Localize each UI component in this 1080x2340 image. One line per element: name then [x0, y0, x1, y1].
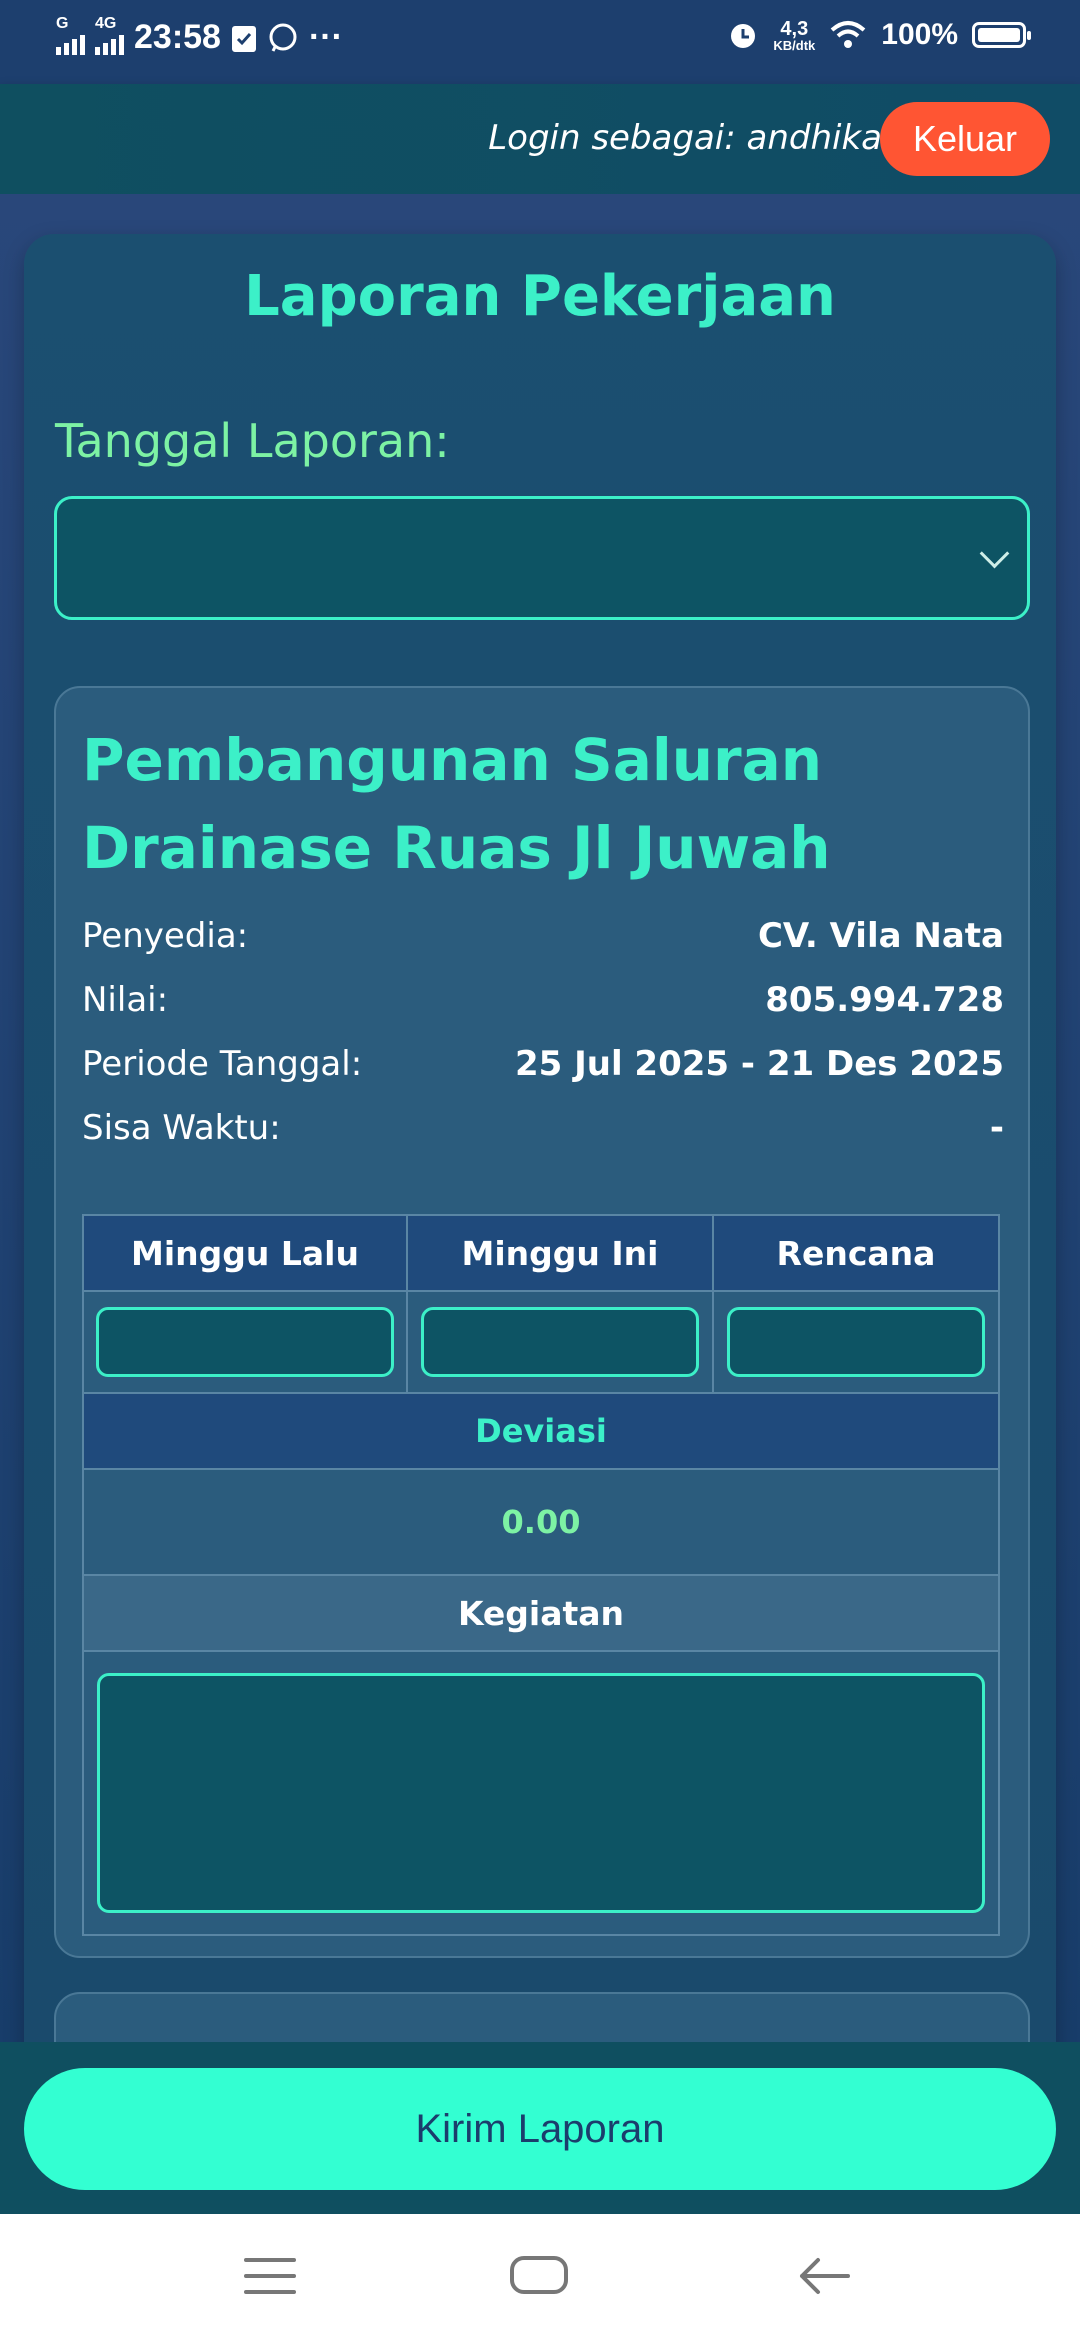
detail-label: Periode Tanggal: — [82, 1044, 363, 1084]
table-input-row — [82, 1290, 1000, 1394]
report-card: Laporan Pekerjaan Tanggal Laporan: Pemba… — [24, 234, 1056, 2192]
login-info: Login sebagai: andhika — [488, 118, 882, 158]
detail-label: Sisa Waktu: — [82, 1108, 281, 1148]
status-time: 23:58 — [134, 18, 221, 56]
more-notifications-icon: ··· — [308, 18, 343, 56]
activity-textarea[interactable] — [97, 1673, 985, 1913]
this-week-input[interactable] — [421, 1307, 699, 1377]
col-header-last-week: Minggu Lalu — [82, 1214, 408, 1292]
detail-row-provider: Penyedia: CV. Vila Nata — [82, 916, 1004, 956]
cell-this-week — [406, 1290, 714, 1394]
detail-value: 25 Jul 2025 - 21 Des 2025 — [514, 1044, 1004, 1084]
date-select[interactable] — [54, 496, 1030, 620]
status-right: 4,3 KB/dtk 100% — [727, 17, 1031, 53]
whatsapp-icon — [269, 23, 297, 52]
activity-cell — [82, 1650, 1000, 1936]
detail-label: Penyedia: — [82, 916, 249, 956]
last-week-input[interactable] — [96, 1307, 394, 1377]
detail-value: CV. Vila Nata — [757, 916, 1004, 956]
back-icon[interactable] — [796, 2252, 852, 2300]
table-header-row: Minggu Lalu Minggu Ini Rencana — [82, 1214, 1000, 1292]
detail-value: - — [989, 1108, 1004, 1148]
home-icon[interactable] — [510, 2256, 568, 2294]
chevron-down-icon — [979, 538, 1010, 569]
menu-icon[interactable] — [244, 2258, 296, 2306]
page-title: Laporan Pekerjaan — [244, 264, 836, 329]
checklist-icon — [231, 25, 256, 52]
activity-label: Kegiatan — [82, 1574, 1000, 1652]
submit-report-button[interactable]: Kirim Laporan — [24, 2068, 1056, 2190]
plan-input[interactable] — [727, 1307, 985, 1377]
project-card: Pembangunan Saluran Drainase Ruas Jl Juw… — [54, 686, 1030, 1958]
date-label: Tanggal Laporan: — [55, 414, 450, 468]
project-title: Pembangunan Saluran Drainase Ruas Jl Juw… — [82, 726, 831, 882]
detail-value: 805.994.728 — [765, 980, 1004, 1020]
deviation-label: Deviasi — [82, 1392, 1000, 1470]
submit-bar: Kirim Laporan — [0, 2042, 1080, 2214]
battery-percent: 100% — [881, 18, 958, 51]
system-nav-bar — [0, 2214, 1080, 2340]
cell-last-week — [82, 1290, 408, 1394]
detail-row-period: Periode Tanggal: 25 Jul 2025 - 21 Des 20… — [82, 1044, 1004, 1084]
cell-plan — [712, 1290, 1000, 1394]
alarm-icon — [731, 24, 756, 48]
logout-button[interactable]: Keluar — [880, 102, 1050, 176]
status-left: G 4G 23:58 ··· — [56, 15, 343, 57]
wifi-icon — [830, 21, 866, 48]
app-header: Login sebagai: andhika Keluar — [0, 84, 1080, 194]
network-speed: 4,3 KB/dtk — [773, 17, 816, 53]
battery-icon — [972, 22, 1031, 48]
signal-4g-icon: 4G — [95, 15, 124, 55]
col-header-plan: Rencana — [712, 1214, 1000, 1292]
detail-row-remaining: Sisa Waktu: - — [82, 1108, 1004, 1148]
detail-label: Nilai: — [82, 980, 169, 1020]
signal-icon: G — [56, 15, 85, 55]
deviation-value: 0.00 — [82, 1468, 1000, 1576]
col-header-this-week: Minggu Ini — [406, 1214, 714, 1292]
detail-row-value: Nilai: 805.994.728 — [82, 980, 1004, 1020]
status-bar: G 4G 23:58 ··· 4,3 KB/dtk 100% — [0, 0, 1080, 84]
progress-table: Minggu Lalu Minggu Ini Rencana Deviasi 0… — [82, 1214, 1000, 1936]
